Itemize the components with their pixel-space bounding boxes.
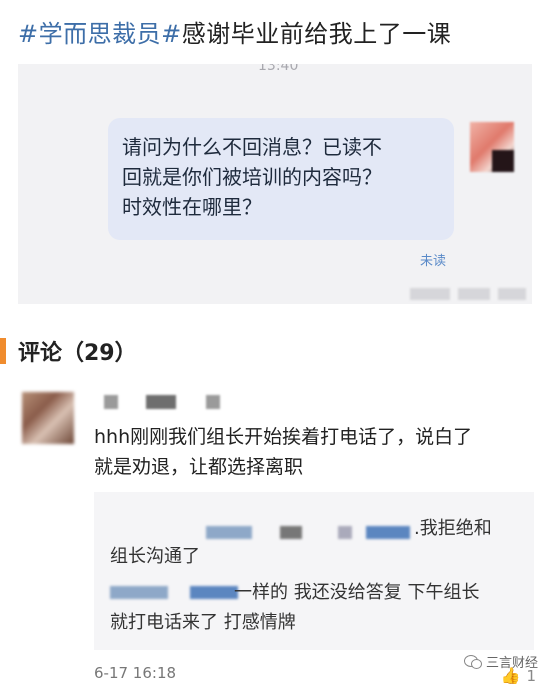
blurred-username	[280, 526, 302, 539]
comment-text: hhh刚刚我们组长开始挨着打电话了，说白了 就是劝退，让都选择离职	[94, 422, 534, 482]
chat-line: 请问为什么不回消息？已读不	[122, 135, 382, 159]
chat-line: 回就是你们被培训的内容吗？	[122, 165, 382, 189]
blurred-username	[110, 586, 168, 599]
commenter-name[interactable]	[104, 395, 118, 409]
wechat-icon	[463, 654, 482, 669]
post-title: #学而思裁员#感谢毕业前给我上了一课	[18, 14, 451, 49]
like-count: 1	[526, 666, 536, 685]
reply-text: .我拒绝和	[414, 518, 492, 539]
commenter-avatar[interactable]	[22, 392, 74, 444]
chat-screenshot: 13:40 请问为什么不回消息？已读不 回就是你们被培训的内容吗？ 时效性在哪里…	[18, 64, 532, 304]
hashtag-link[interactable]: #学而思裁员#	[18, 20, 182, 48]
commenter-name[interactable]	[146, 395, 176, 409]
comment-line: 就是劝退，让都选择离职	[94, 456, 304, 478]
blurred-text	[458, 288, 490, 300]
chat-avatar	[470, 122, 514, 172]
chat-time: 13:40	[258, 64, 299, 74]
comment-date: 6-17 16:18	[94, 664, 177, 682]
commenter-name[interactable]	[206, 395, 220, 409]
reply-box[interactable]: .我拒绝和 组长沟通了 一样的 我还没给答复 下午组长 就打电话来了 打感情牌	[94, 492, 534, 650]
reply-text: 一样的 我还没给答复 下午组长	[234, 582, 480, 603]
chat-message-bubble: 请问为什么不回消息？已读不 回就是你们被培训的内容吗？ 时效性在哪里？	[108, 118, 454, 240]
comments-count: 评论（29）	[18, 341, 137, 366]
chat-line: 时效性在哪里？	[122, 195, 262, 219]
blurred-text	[498, 288, 526, 300]
thumbs-up-icon: 👍	[500, 666, 521, 685]
title-text: 感谢毕业前给我上了一课	[181, 20, 452, 48]
comment-line: hhh刚刚我们组长开始挨着打电话了，说白了	[94, 426, 473, 448]
blurred-username	[366, 526, 410, 539]
reply-text: 组长沟通了	[110, 546, 200, 567]
reply-text: 就打电话来了 打感情牌	[110, 612, 296, 633]
blurred-username	[338, 526, 352, 539]
accent-bar	[0, 338, 6, 364]
blurred-username	[206, 526, 252, 539]
blurred-text	[410, 288, 450, 300]
comments-header: 评论（29）	[0, 338, 137, 366]
like-button[interactable]: 👍 1	[501, 666, 536, 685]
read-status: 未读	[420, 254, 447, 269]
blurred-username	[190, 586, 238, 599]
